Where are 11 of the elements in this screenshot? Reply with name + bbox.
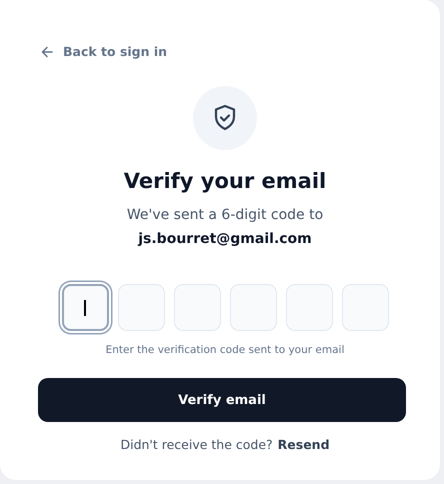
verify-button[interactable]: Verify email [38, 378, 406, 422]
title: Verify your email [124, 168, 326, 195]
text-cursor [84, 300, 86, 316]
back-link[interactable]: Back to sign in [41, 44, 168, 59]
arrow-left-icon [41, 46, 53, 58]
shield-check-icon [213, 104, 237, 132]
hint-text: Enter the verification code sent to your email [106, 344, 344, 356]
subtitle: We've sent a 6-digit code to [126, 206, 324, 225]
email-address: js.bourret@gmail.com [138, 230, 312, 249]
resend-link[interactable]: Resend [278, 437, 330, 452]
resend-prompt: Didn't receive the code? [120, 437, 273, 452]
